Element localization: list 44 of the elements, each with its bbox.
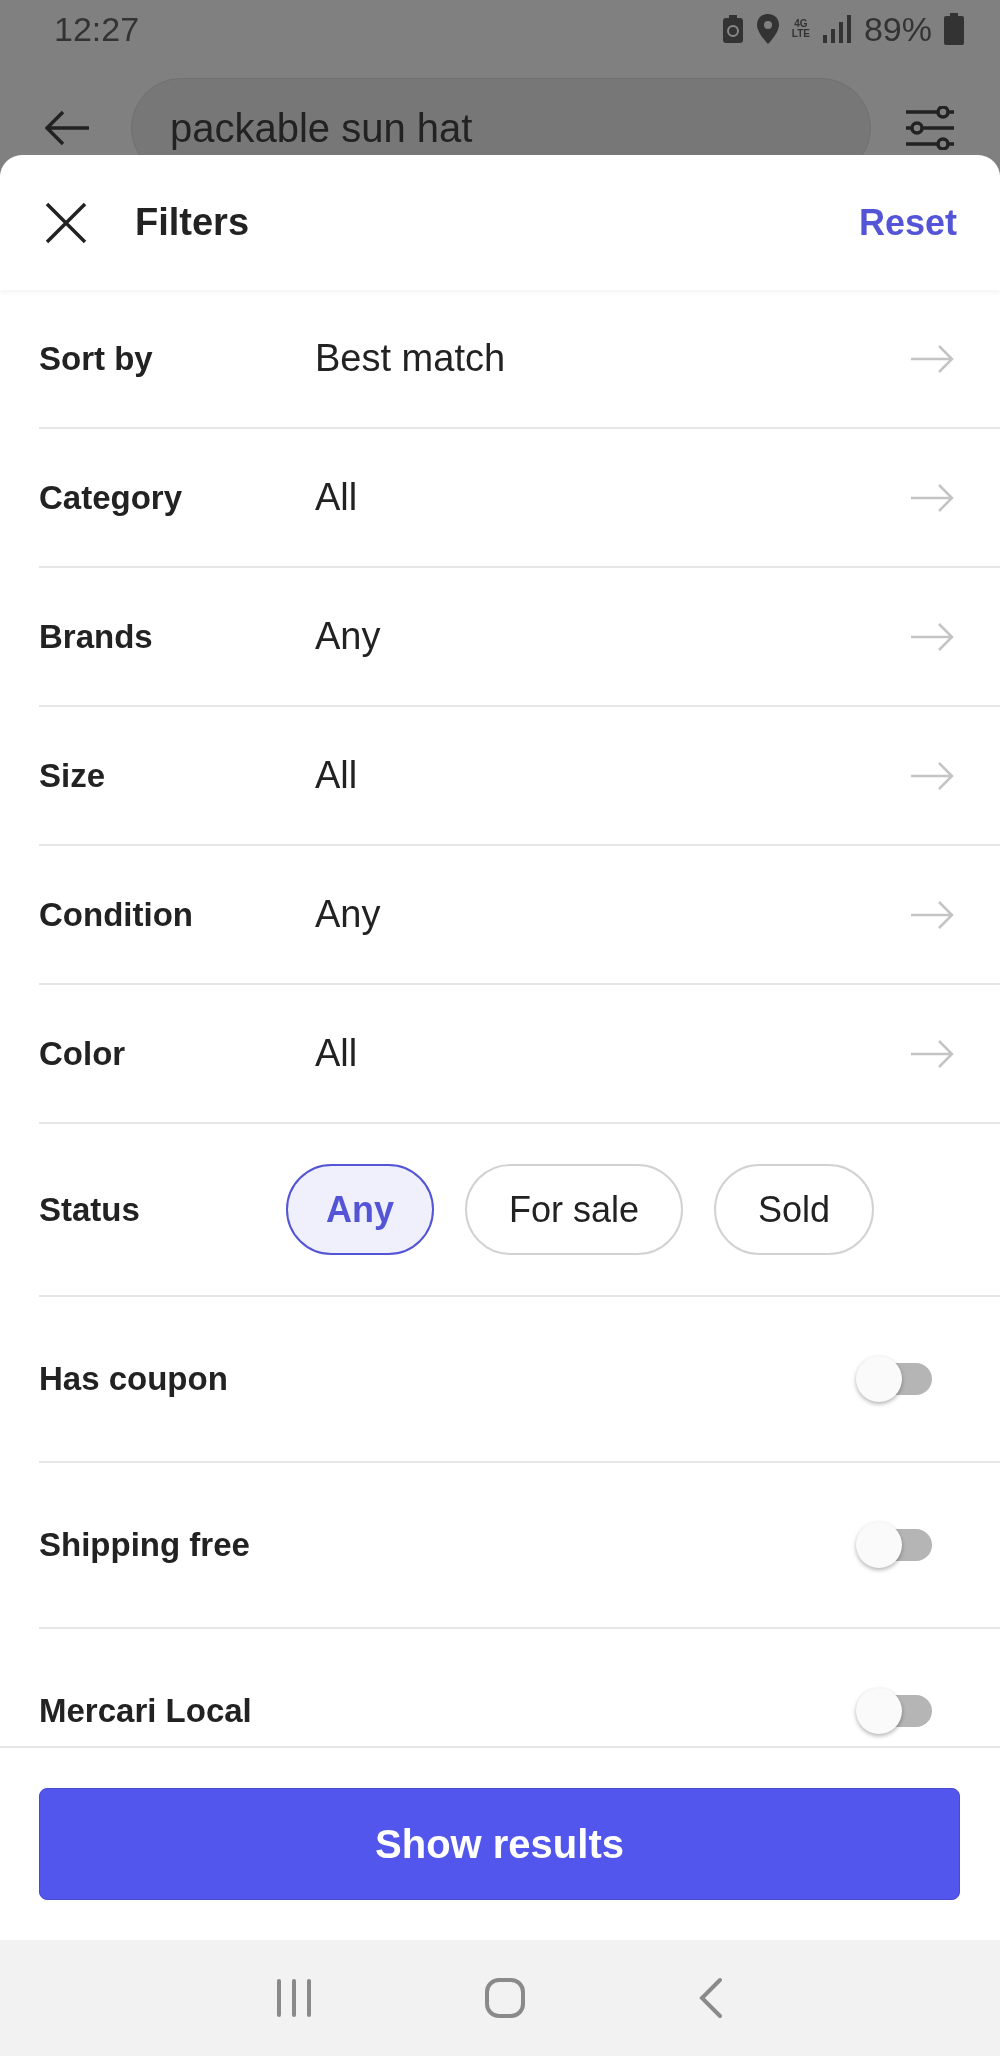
arrow-right-icon [909,343,955,374]
arrow-right-icon [909,621,955,652]
filter-value[interactable]: Any [315,615,909,658]
filter-label: Shipping free [39,1526,251,1564]
location-icon [755,13,780,45]
back-icon[interactable] [698,1977,724,2019]
filter-label: Category [39,478,184,517]
reset-link[interactable]: Reset [858,201,957,244]
filter-label: Mercari Local [39,1692,253,1730]
filter-value[interactable]: Best match [315,337,909,380]
filter-value[interactable]: All [315,754,909,797]
filter-label: Brands [39,617,154,656]
filter-value[interactable]: Any [315,893,909,936]
filter-value[interactable]: All [315,476,909,519]
filter-label: Sort by [39,339,154,378]
arrow-right-icon [909,482,955,513]
filter-label: Size [39,756,107,795]
sliders-icon[interactable] [905,106,955,150]
status-chip[interactable]: Sold [714,1164,875,1255]
home-icon[interactable] [484,1977,526,2019]
battery-level: 89% [863,9,932,49]
arrow-right-icon [909,760,955,791]
network-type-icon: 4G LTE [791,19,810,39]
status-chip[interactable]: Any [286,1164,434,1255]
status-chip[interactable]: For sale [465,1164,684,1255]
recent-apps-icon[interactable] [276,1979,312,2017]
filter-label: Condition [39,895,194,934]
battery-saver-icon [721,14,744,44]
back-arrow-icon[interactable] [45,110,91,146]
filter-label: Status [39,1190,141,1229]
close-icon[interactable] [45,201,87,244]
signal-icon [821,15,852,43]
status-time: 12:27 [54,9,140,49]
filter-value[interactable]: All [315,1032,909,1075]
filter-label: Color [39,1034,127,1073]
arrow-right-icon [909,899,955,930]
toggle-switch[interactable] [856,1688,932,1734]
toggle-switch[interactable] [856,1522,932,1568]
arrow-right-icon [909,1038,955,1069]
toggle-switch[interactable] [856,1356,932,1402]
sheet-title: Filters [135,201,250,244]
battery-icon [944,13,964,45]
filter-label: Has coupon [39,1360,229,1398]
show-results-button[interactable]: Show results [39,1788,960,1900]
